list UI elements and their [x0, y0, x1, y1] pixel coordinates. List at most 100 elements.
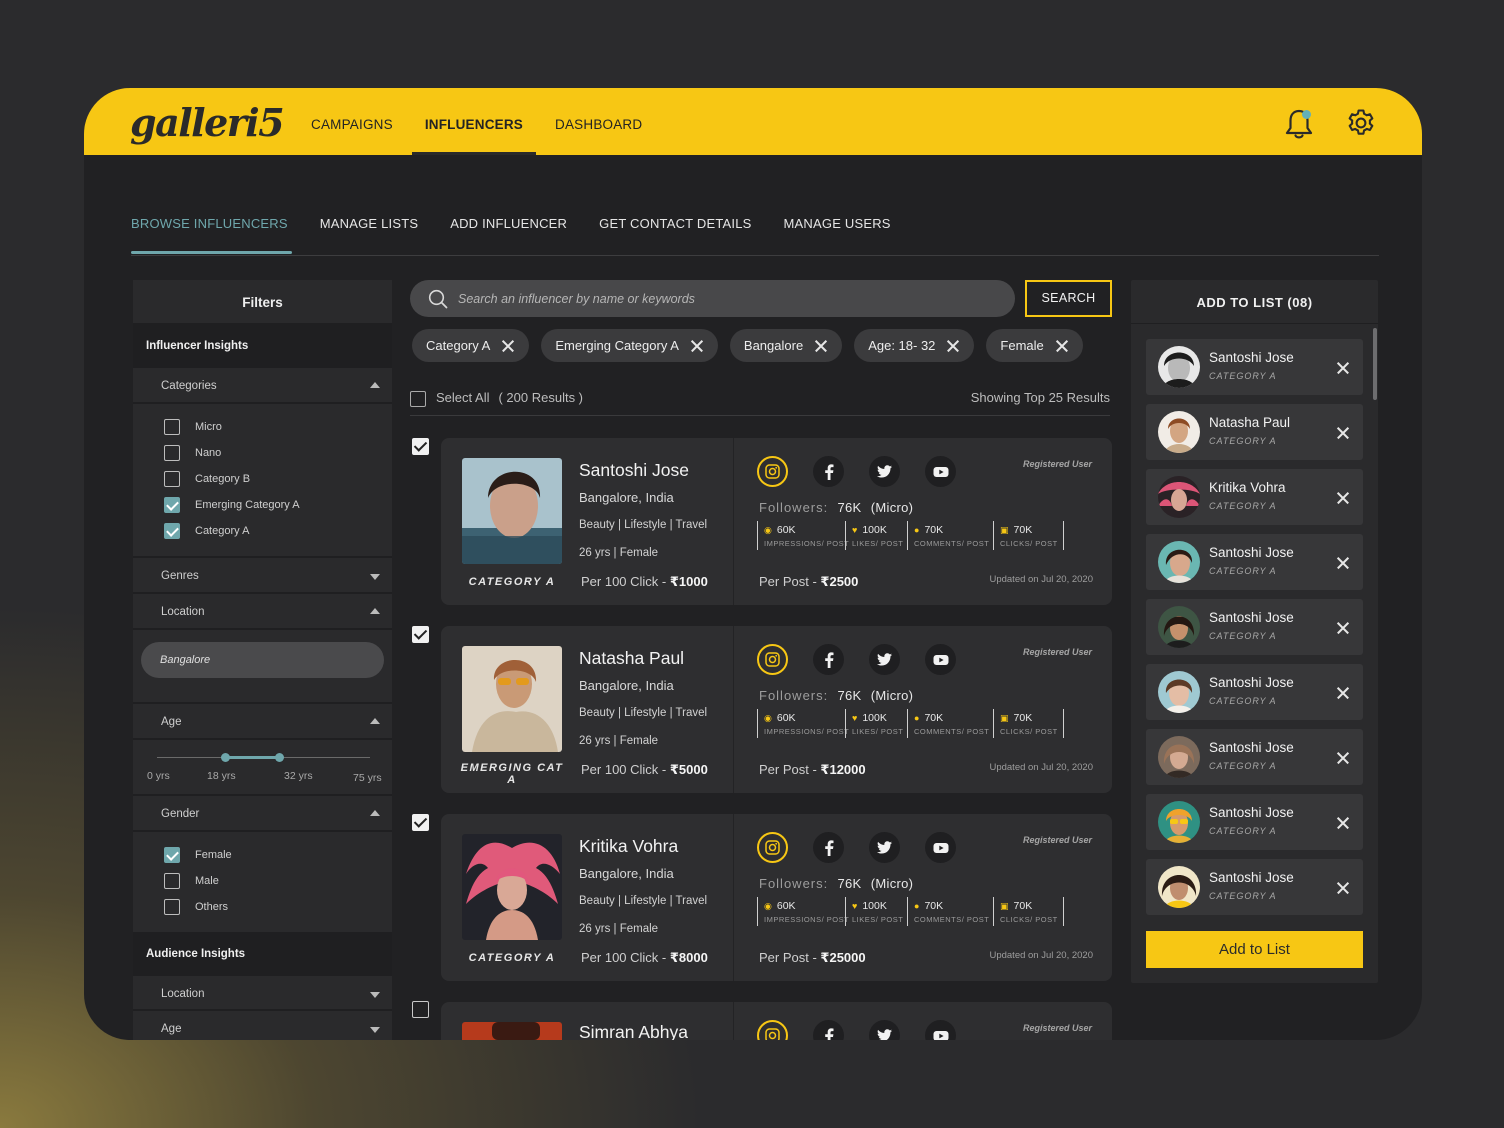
close-icon[interactable] [1336, 686, 1349, 699]
instagram-icon[interactable] [757, 644, 788, 675]
category-option[interactable]: Category A [133, 518, 392, 544]
audience-age-accordion[interactable]: Age [133, 1011, 392, 1040]
filter-chip[interactable]: Category A [412, 329, 530, 362]
gear-icon[interactable] [1346, 108, 1376, 138]
close-icon[interactable] [690, 339, 704, 353]
twitter-icon[interactable] [869, 644, 900, 675]
stat-label: IMPRESSIONS/ POST [764, 539, 850, 548]
influencer-name[interactable]: Simran Abhya [579, 1022, 688, 1040]
close-icon[interactable] [1336, 491, 1349, 504]
close-icon[interactable] [1336, 621, 1349, 634]
nav-campaigns[interactable]: CAMPAIGNS [295, 88, 409, 155]
facebook-icon[interactable] [813, 456, 844, 487]
influencer-card[interactable]: CATEGORY A Santoshi Jose Bangalore, Indi… [441, 438, 1112, 605]
checkbox[interactable] [164, 847, 180, 863]
chevron-up-icon[interactable] [370, 608, 380, 614]
logo[interactable]: galleri5 [130, 100, 285, 145]
chevron-up-icon[interactable] [370, 810, 380, 816]
youtube-icon[interactable] [925, 456, 956, 487]
filter-chip[interactable]: Female [986, 329, 1083, 362]
select-all-label[interactable]: Select All [436, 390, 489, 415]
tab-browse-influencers[interactable]: BROWSE INFLUENCERS [131, 214, 292, 255]
filter-chip[interactable]: Bangalore [729, 329, 843, 362]
close-icon[interactable] [814, 339, 828, 353]
tab-get-contact-details[interactable]: GET CONTACT DETAILS [599, 214, 751, 255]
influencer-card[interactable]: EMERGING CAT A Natasha Paul Bangalore, I… [441, 626, 1112, 793]
nav-dashboard[interactable]: DASHBOARD [539, 88, 658, 155]
influencer-card[interactable]: Simran Abhya Registered User [441, 1002, 1112, 1040]
slider-min-handle[interactable] [221, 753, 230, 762]
genres-accordion[interactable]: Genres [133, 558, 392, 594]
category-option[interactable]: Micro [133, 414, 392, 440]
select-all-checkbox[interactable] [410, 391, 426, 407]
chevron-down-icon[interactable] [370, 1027, 380, 1033]
close-icon[interactable] [946, 339, 960, 353]
location-input[interactable]: Bangalore [141, 642, 384, 678]
tab-manage-users[interactable]: MANAGE USERS [784, 214, 891, 255]
age-range-slider[interactable]: 0 yrs 18 yrs 32 yrs 75 yrs [133, 740, 392, 796]
category-option[interactable]: Nano [133, 440, 392, 466]
tab-manage-lists[interactable]: MANAGE LISTS [320, 214, 418, 255]
influencer-location: Bangalore, India [579, 490, 674, 505]
card-checkbox[interactable] [412, 814, 429, 831]
scrollbar[interactable] [1373, 328, 1377, 400]
checkbox[interactable] [164, 899, 180, 915]
facebook-icon[interactable] [813, 644, 844, 675]
checkbox[interactable] [164, 523, 180, 539]
close-icon[interactable] [1336, 881, 1349, 894]
checkbox[interactable] [164, 471, 180, 487]
tab-add-influencer[interactable]: ADD INFLUENCER [450, 214, 567, 255]
close-icon[interactable] [1336, 816, 1349, 829]
search-button[interactable]: SEARCH [1025, 280, 1112, 317]
influencer-name[interactable]: Santoshi Jose [579, 460, 689, 481]
chevron-down-icon[interactable] [370, 992, 380, 998]
filter-chip[interactable]: Age: 18- 32 [854, 329, 975, 362]
audience-location-accordion[interactable]: Location [133, 976, 392, 1011]
youtube-icon[interactable] [925, 832, 956, 863]
close-icon[interactable] [1055, 339, 1069, 353]
filter-chip[interactable]: Emerging Category A [541, 329, 718, 362]
twitter-icon[interactable] [869, 456, 900, 487]
instagram-icon[interactable] [757, 456, 788, 487]
list-item: Santoshi Jose CATEGORY A [1146, 599, 1363, 655]
twitter-icon[interactable] [869, 1020, 900, 1040]
facebook-icon[interactable] [813, 832, 844, 863]
category-option[interactable]: Emerging Category A [133, 492, 392, 518]
close-icon[interactable] [1336, 556, 1349, 569]
instagram-icon[interactable] [757, 1020, 788, 1040]
instagram-icon[interactable] [757, 832, 788, 863]
influencer-name[interactable]: Kritika Vohra [579, 836, 678, 857]
categories-accordion[interactable]: Categories [133, 368, 392, 404]
gender-option[interactable]: Male [133, 868, 392, 894]
influencer-card[interactable]: CATEGORY A Kritika Vohra Bangalore, Indi… [441, 814, 1112, 981]
gender-option[interactable]: Female [133, 842, 392, 868]
close-icon[interactable] [1336, 751, 1349, 764]
location-accordion[interactable]: Location [133, 594, 392, 630]
checkbox[interactable] [164, 445, 180, 461]
gender-option[interactable]: Others [133, 894, 392, 920]
gender-accordion[interactable]: Gender [133, 796, 392, 832]
search-input[interactable] [458, 280, 988, 317]
card-checkbox[interactable] [412, 626, 429, 643]
slider-max-handle[interactable] [275, 753, 284, 762]
close-icon[interactable] [1336, 361, 1349, 374]
checkbox[interactable] [164, 497, 180, 513]
chevron-down-icon[interactable] [370, 574, 380, 580]
checkbox[interactable] [164, 873, 180, 889]
card-checkbox[interactable] [412, 1001, 429, 1018]
chevron-up-icon[interactable] [370, 718, 380, 724]
category-option[interactable]: Category B [133, 466, 392, 492]
card-checkbox[interactable] [412, 438, 429, 455]
add-to-list-button[interactable]: Add to List [1146, 931, 1363, 968]
close-icon[interactable] [1336, 426, 1349, 439]
facebook-icon[interactable] [813, 1020, 844, 1040]
checkbox[interactable] [164, 419, 180, 435]
youtube-icon[interactable] [925, 1020, 956, 1040]
chevron-up-icon[interactable] [370, 382, 380, 388]
youtube-icon[interactable] [925, 644, 956, 675]
twitter-icon[interactable] [869, 832, 900, 863]
age-accordion[interactable]: Age [133, 704, 392, 740]
close-icon[interactable] [501, 339, 515, 353]
nav-influencers[interactable]: INFLUENCERS [409, 88, 539, 155]
influencer-name[interactable]: Natasha Paul [579, 648, 684, 669]
